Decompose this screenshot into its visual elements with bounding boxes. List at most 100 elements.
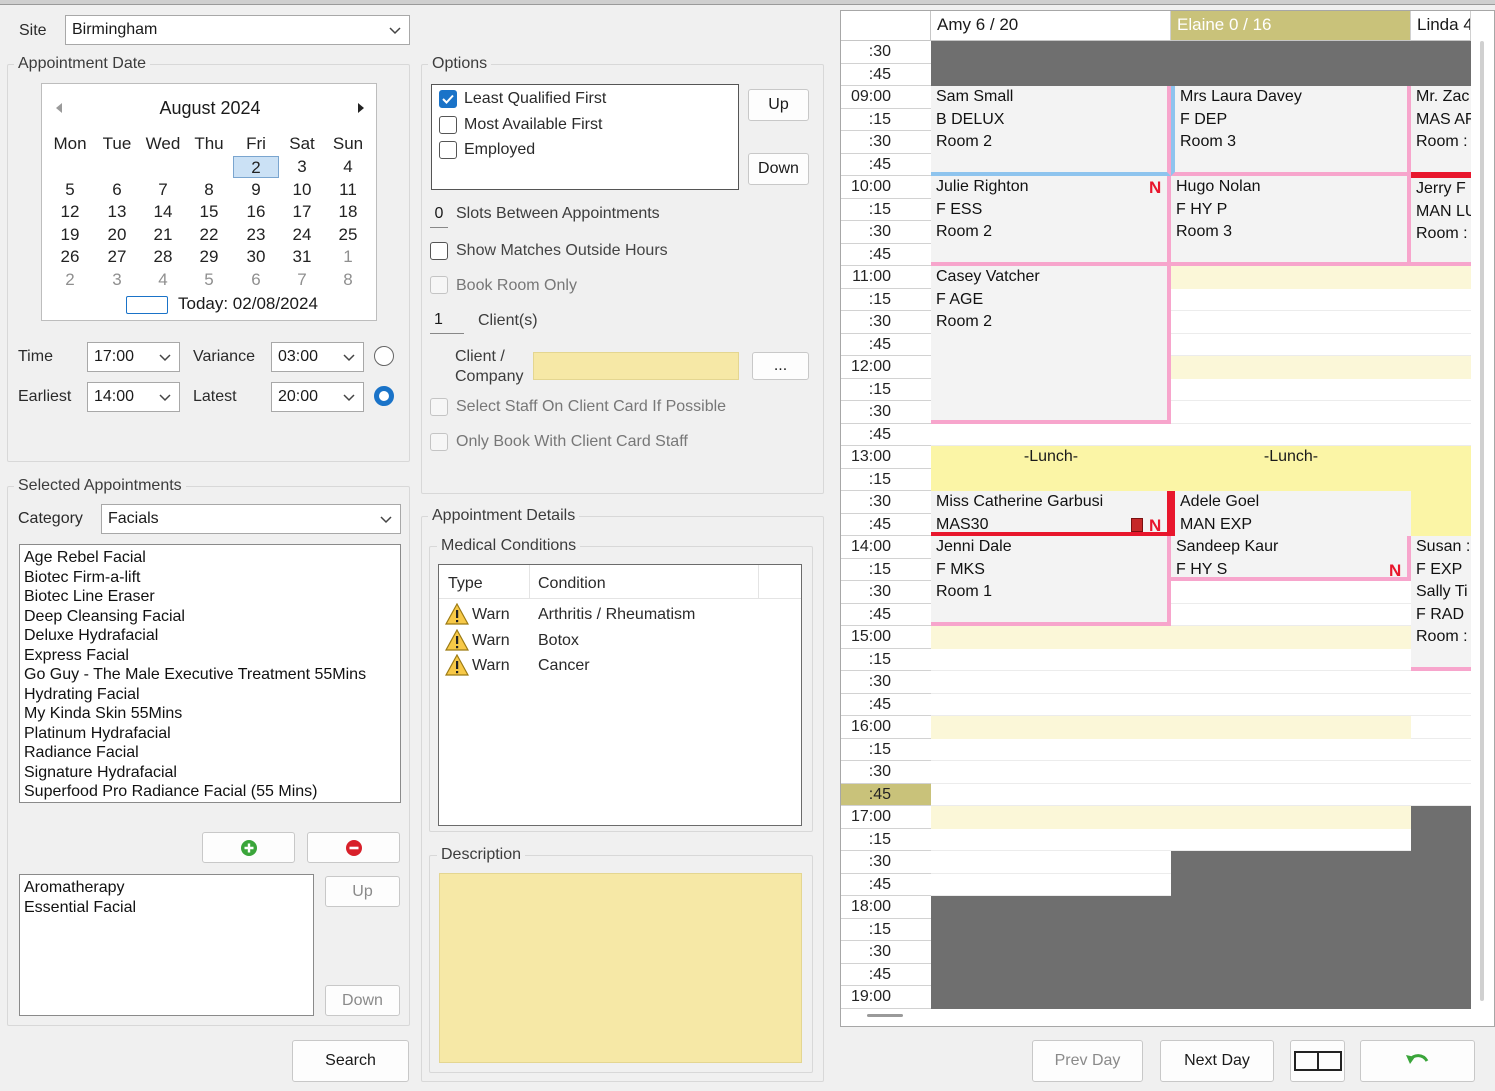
selected-up-button[interactable]: Up: [325, 876, 400, 907]
description-field[interactable]: [439, 873, 802, 1063]
clients-input[interactable]: 1: [430, 307, 464, 334]
time-slot[interactable]: :45: [841, 243, 931, 266]
list-item[interactable]: Hydrating Facial: [20, 685, 400, 705]
calendar-day[interactable]: 18: [325, 201, 371, 223]
calendar-day[interactable]: 22: [186, 224, 232, 246]
calendar-day[interactable]: 8: [186, 179, 232, 201]
selected-treatment-list[interactable]: Aromatherapy Essential Facial: [19, 874, 314, 1016]
selected-down-button[interactable]: Down: [325, 985, 400, 1016]
calendar-day[interactable]: 2: [47, 269, 93, 291]
list-item[interactable]: Signature Hydrafacial: [20, 763, 400, 783]
time-slot[interactable]: :30: [841, 131, 931, 154]
time-slot[interactable]: :30: [841, 491, 931, 514]
time-slot[interactable]: :30: [841, 581, 931, 604]
priority-down-button[interactable]: Down: [748, 153, 809, 185]
list-item[interactable]: My Kinda Skin 55Mins: [20, 704, 400, 724]
time-slot[interactable]: :30: [841, 941, 931, 964]
appointment-block[interactable]: Casey Vatcher F AGE Room 2: [931, 266, 1171, 424]
show-matches-checkbox[interactable]: [430, 242, 448, 260]
calendar-day[interactable]: 12: [47, 201, 93, 223]
time-slot[interactable]: :45: [841, 513, 931, 536]
time-slot[interactable]: 09:00: [841, 86, 931, 109]
list-item[interactable]: Deluxe Hydrafacial: [20, 626, 400, 646]
list-item[interactable]: Age Rebel Facial: [20, 548, 400, 568]
most-available-checkbox[interactable]: [439, 116, 457, 134]
time-slot[interactable]: :30: [841, 761, 931, 784]
schedule-grid[interactable]: Amy 6 / 20 Elaine 0 / 16 Linda 4 :30:45 0…: [840, 10, 1495, 1027]
calendar-day[interactable]: 7: [279, 269, 325, 291]
calendar-day[interactable]: 14: [140, 201, 186, 223]
split-view-button[interactable]: [1290, 1040, 1345, 1082]
remove-treatment-button[interactable]: [307, 832, 400, 863]
schedule-body[interactable]: -Lunch- -Lunch- Sam Small B DELUX Room 2 Juli…: [931, 41, 1471, 1026]
client-company-field[interactable]: [533, 352, 739, 380]
priority-up-button[interactable]: Up: [748, 89, 809, 121]
calendar-day[interactable]: 25: [325, 224, 371, 246]
list-item[interactable]: Essential Facial: [20, 898, 313, 918]
list-item[interactable]: Express Facial: [20, 646, 400, 666]
time-slot[interactable]: :45: [841, 333, 931, 356]
calendar-day[interactable]: 8: [325, 269, 371, 291]
calendar-day[interactable]: 17: [279, 201, 325, 223]
time-slot[interactable]: :15: [841, 468, 931, 491]
calendar-day[interactable]: 6: [233, 269, 279, 291]
list-item[interactable]: Platinum Hydrafacial: [20, 724, 400, 744]
calendar-day[interactable]: 15: [186, 201, 232, 223]
calendar-day[interactable]: 3: [279, 156, 325, 178]
condition-column-header[interactable]: Condition: [538, 574, 606, 594]
time-slot[interactable]: :45: [841, 423, 931, 446]
prev-day-button[interactable]: Prev Day: [1032, 1040, 1143, 1082]
time-slot[interactable]: :30: [841, 671, 931, 694]
vertical-scrollbar[interactable]: [1480, 41, 1484, 1001]
column-header-linda[interactable]: Linda 4: [1411, 11, 1471, 41]
time-slot[interactable]: :15: [841, 288, 931, 311]
undo-button[interactable]: [1360, 1040, 1475, 1082]
list-item[interactable]: Biotec Line Eraser: [20, 587, 400, 607]
calendar-day[interactable]: 16: [233, 201, 279, 223]
client-lookup-button[interactable]: ...: [752, 352, 809, 380]
calendar-day[interactable]: 5: [186, 269, 232, 291]
earliest-latest-radio[interactable]: [374, 386, 394, 406]
search-button[interactable]: Search: [292, 1040, 409, 1082]
select-staff-checkbox[interactable]: [430, 398, 448, 416]
time-slot[interactable]: :30: [841, 41, 931, 64]
category-select[interactable]: Facials: [101, 504, 401, 534]
earliest-select[interactable]: 14:00: [87, 382, 180, 412]
book-room-only-checkbox[interactable]: [430, 276, 448, 294]
time-slot[interactable]: 10:00: [841, 176, 931, 199]
calendar-day[interactable]: 4: [325, 156, 371, 178]
add-treatment-button[interactable]: [202, 832, 295, 863]
time-slot[interactable]: :45: [841, 783, 931, 806]
time-slot[interactable]: 11:00: [841, 266, 931, 289]
site-select[interactable]: Birmingham: [65, 15, 410, 45]
calendar-month[interactable]: August 2024: [42, 98, 378, 119]
appointment-block[interactable]: Mrs Laura Davey F DEP Room 3: [1171, 86, 1411, 176]
appointment-block[interactable]: Jenni Dale F MKS Room 1: [931, 536, 1171, 626]
calendar-day[interactable]: 31: [279, 246, 325, 268]
list-item[interactable]: Superfood Pro Radiance Facial (55 Mins): [20, 782, 400, 802]
today-label[interactable]: Today: 02/08/2024: [178, 294, 318, 314]
next-day-button[interactable]: Next Day: [1160, 1040, 1274, 1082]
calendar[interactable]: August 2024 Mon Tue Wed Thu Fri Sat Sun 234567…: [41, 83, 377, 321]
time-slot[interactable]: :45: [841, 153, 931, 176]
priority-list[interactable]: Least Qualified First Most Available Fir…: [431, 84, 739, 190]
calendar-day[interactable]: 28: [140, 246, 186, 268]
treatment-list[interactable]: Age Rebel Facial Biotec Firm-a-lift Biotec…: [19, 544, 401, 803]
calendar-day[interactable]: 6: [94, 179, 140, 201]
time-slot[interactable]: 19:00: [841, 986, 931, 1009]
list-item[interactable]: Aromatherapy: [20, 878, 313, 898]
calendar-day[interactable]: 9: [233, 179, 279, 201]
list-item[interactable]: Radiance Facial: [20, 743, 400, 763]
horizontal-scrollbar[interactable]: [867, 1014, 903, 1017]
appointment-block[interactable]: Julie Righton F ESS Room 2: [931, 176, 1171, 266]
time-slot[interactable]: 16:00: [841, 716, 931, 739]
time-slot[interactable]: :45: [841, 963, 931, 986]
time-slot[interactable]: :15: [841, 378, 931, 401]
calendar-day[interactable]: 13: [94, 201, 140, 223]
calendar-day[interactable]: 29: [186, 246, 232, 268]
calendar-day[interactable]: 5: [47, 179, 93, 201]
time-slot[interactable]: 13:00: [841, 446, 931, 469]
calendar-day[interactable]: 23: [233, 224, 279, 246]
calendar-day[interactable]: 24: [279, 224, 325, 246]
calendar-day[interactable]: 2: [233, 156, 279, 178]
